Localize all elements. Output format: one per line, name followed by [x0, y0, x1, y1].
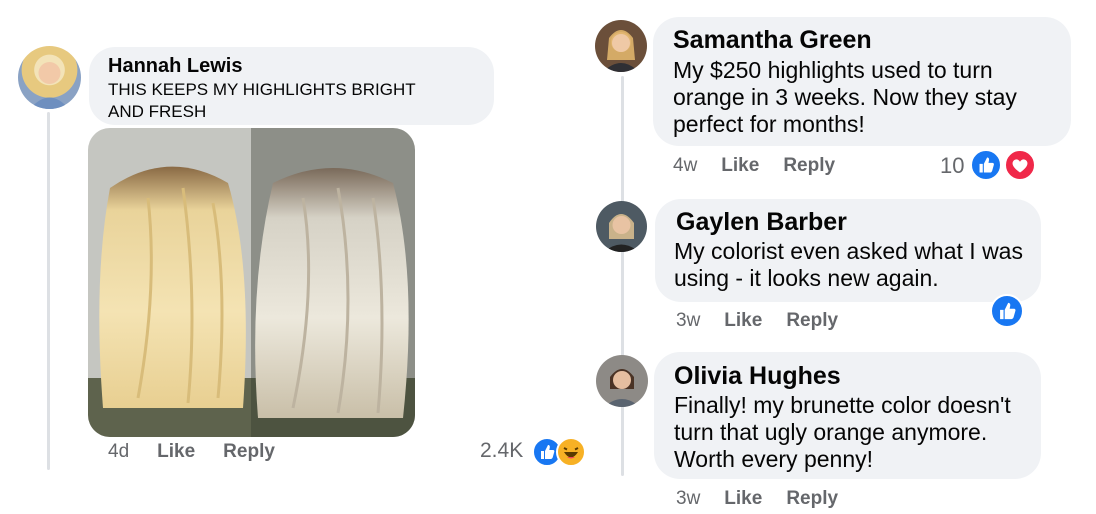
like-link[interactable]: Like [724, 488, 762, 510]
before-after-hair-photo[interactable] [88, 128, 415, 437]
like-link[interactable]: Like [157, 441, 195, 463]
comment-text-line: Worth every penny! [674, 446, 874, 472]
comment-text-line: perfect for months! [673, 111, 865, 137]
avatar[interactable] [18, 46, 81, 109]
like-link[interactable]: Like [721, 155, 759, 177]
comment-text-line: using - it looks new again. [674, 265, 939, 291]
thread-line-right [621, 76, 624, 476]
comment-text-line: THIS KEEPS MY HIGHLIGHTS BRIGHT [108, 80, 416, 99]
comment-actions: 3w Like Reply [676, 310, 838, 332]
comment-time[interactable]: 4d [108, 441, 129, 463]
love-icon [1004, 149, 1036, 181]
reply-link[interactable]: Reply [786, 310, 838, 332]
reply-link[interactable]: Reply [786, 488, 838, 510]
comment-text-line: AND FRESH [108, 102, 207, 121]
comment-text-line: My colorist even asked what I was [674, 238, 1023, 264]
like-link[interactable]: Like [724, 310, 762, 332]
reply-link[interactable]: Reply [223, 441, 275, 463]
comment-author[interactable]: Hannah Lewis [108, 55, 242, 78]
comment-time[interactable]: 3w [676, 310, 700, 332]
like-icon[interactable] [990, 294, 1024, 328]
comment-author[interactable]: Gaylen Barber [676, 208, 847, 237]
comment-text-line: Finally! my brunette color doesn't [674, 392, 1011, 418]
comment-actions: 3w Like Reply [676, 488, 838, 510]
comment-actions: 4w Like Reply [673, 155, 835, 177]
reply-link[interactable]: Reply [783, 155, 835, 177]
avatar[interactable] [596, 355, 648, 407]
avatar[interactable] [595, 20, 647, 72]
avatar[interactable] [596, 201, 647, 252]
comment-text-line: My $250 highlights used to turn [673, 57, 993, 83]
comment-author[interactable]: Samantha Green [673, 26, 872, 55]
comment-text-line: orange in 3 weeks. Now they stay [673, 84, 1017, 110]
haha-icon [556, 437, 586, 467]
thread-line-left [47, 112, 50, 470]
comment-time[interactable]: 3w [676, 488, 700, 510]
like-icon [970, 149, 1002, 181]
comment-time[interactable]: 4w [673, 155, 697, 177]
comment-text-line: turn that ugly orange anymore. [674, 419, 988, 445]
comment-actions: 4d Like Reply [108, 441, 275, 463]
reaction-count[interactable]: 2.4K [480, 439, 523, 463]
reaction-count[interactable]: 10 [940, 153, 964, 179]
comment-author[interactable]: Olivia Hughes [674, 362, 841, 391]
